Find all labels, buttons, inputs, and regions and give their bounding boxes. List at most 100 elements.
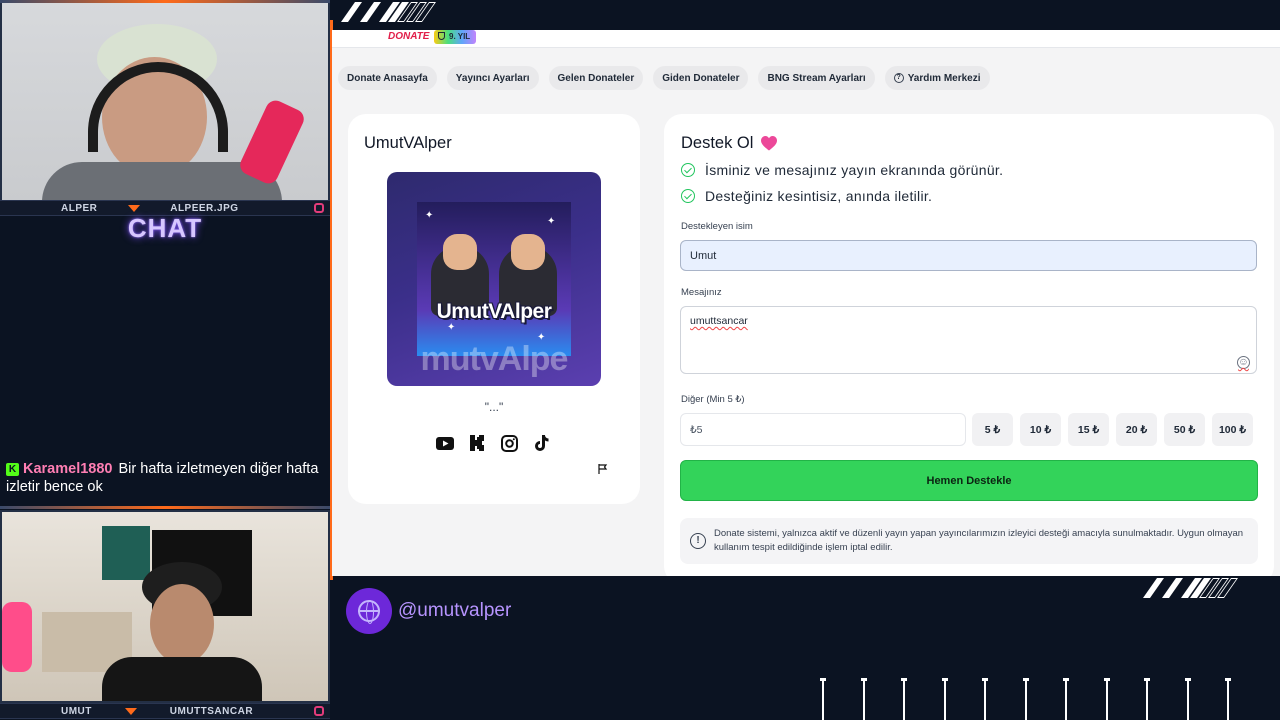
donate-page: DONATE 9. YIL Donate Anasayfa Yayıncı Ay… xyxy=(332,30,1280,576)
globe-icon xyxy=(346,588,392,634)
ring-light xyxy=(2,602,32,672)
sparkle-icon: ✦ xyxy=(547,216,556,227)
globe-glyph xyxy=(358,600,380,624)
decor-slashes-bottom xyxy=(1142,578,1239,598)
cam-bottom-bar: UMUT UMUTTSANCAR xyxy=(0,703,330,719)
avatar-watermark: mutvAlpe xyxy=(420,340,569,378)
instagram-icon[interactable] xyxy=(500,434,518,452)
supporter-name-value: Umut xyxy=(690,249,717,262)
preset-amount-button[interactable]: 5 ₺ xyxy=(972,413,1013,446)
chat-title: CHAT xyxy=(127,213,203,243)
streamer-avatar: ✦ ✦ ✦ ✦ UmutVAlper mutvAlpe xyxy=(387,172,601,386)
tick-mark xyxy=(1103,678,1110,720)
tick-mark xyxy=(1022,678,1029,720)
site-logo[interactable]: DONATE xyxy=(388,31,429,42)
slash-shape xyxy=(1142,578,1165,598)
tick-mark xyxy=(982,678,988,720)
report-flag-icon[interactable] xyxy=(598,464,608,474)
kick-icon[interactable] xyxy=(468,434,486,452)
cam-bottom-strip xyxy=(0,506,330,509)
tiktok-icon[interactable] xyxy=(532,434,550,452)
tick-mark xyxy=(1063,678,1069,720)
webcam-top xyxy=(0,0,330,200)
chat-username: Karamel1880 xyxy=(23,461,113,477)
slash-shape xyxy=(1161,578,1184,598)
preset-amount-button[interactable]: 20 ₺ xyxy=(1116,413,1157,446)
tab-help-center[interactable]: ? Yardım Merkezi xyxy=(884,66,990,90)
heart-icon xyxy=(761,136,778,151)
year-badge: 9. YIL xyxy=(434,30,477,44)
tick-mark xyxy=(1225,678,1231,720)
tab-help-center-label: Yardım Merkezi xyxy=(907,72,981,84)
tab-donate-home[interactable]: Donate Anasayfa xyxy=(338,66,437,90)
streamer-shirt xyxy=(102,657,262,701)
preset-amount-button[interactable]: 100 ₺ xyxy=(1212,413,1253,446)
preset-amount-button[interactable]: 15 ₺ xyxy=(1068,413,1109,446)
donation-title-text: Destek Ol xyxy=(681,134,754,152)
check-circle-icon xyxy=(681,189,695,203)
avatar-brand-text: UmutVAlper xyxy=(436,300,552,323)
sparkle-icon: ✦ xyxy=(425,210,434,221)
avatar-face-right xyxy=(511,234,545,270)
microphone xyxy=(236,97,308,187)
tick-mark xyxy=(860,678,867,720)
channel-handle: @umutvalper xyxy=(346,588,511,634)
check-circle-icon xyxy=(681,163,695,177)
supporter-name-input[interactable]: Umut xyxy=(680,240,1257,271)
benefit-item: Desteğiniz kesintisiz, anında iletilir. xyxy=(681,188,932,204)
streamer-face xyxy=(150,584,214,664)
donation-title: Destek Ol xyxy=(681,134,778,153)
donation-form-card: Destek Ol İsminiz ve mesajınız yayın ekr… xyxy=(664,114,1274,576)
submit-donation-button[interactable]: Hemen Destekle xyxy=(680,460,1258,501)
amount-value: ₺5 xyxy=(690,423,703,436)
info-icon: ! xyxy=(690,533,706,549)
social-links xyxy=(436,434,550,452)
instagram-icon xyxy=(313,203,324,213)
supporter-name-label: Destekleyen isim xyxy=(681,221,753,232)
streamer-profile-card: UmutVAlper ✦ ✦ ✦ ✦ UmutVAlper mutvAlpe "… xyxy=(348,114,640,504)
tick-mark xyxy=(1184,678,1191,720)
kick-icon: K xyxy=(6,463,19,476)
tab-bng-stream-settings[interactable]: BNG Stream Ayarları xyxy=(758,66,875,90)
channel-handle-text: @umutvalper xyxy=(398,600,512,621)
streamer-bio: "..." xyxy=(484,400,504,414)
emoji-icon[interactable]: ☺ xyxy=(1237,356,1250,369)
triangle-icon xyxy=(127,204,140,212)
tick-mark xyxy=(820,678,826,720)
preset-amount-button[interactable]: 50 ₺ xyxy=(1164,413,1205,446)
preset-amount-button[interactable]: 10 ₺ xyxy=(1020,413,1061,446)
cam-top-strip xyxy=(0,0,330,3)
site-header: DONATE 9. YIL xyxy=(332,30,1280,48)
instagram-icon xyxy=(313,706,324,716)
amount-presets: 5 ₺ 10 ₺ 15 ₺ 20 ₺ 50 ₺ 100 ₺ xyxy=(972,413,1253,446)
decor-slashes-top xyxy=(340,2,437,22)
tick-mark xyxy=(901,678,907,720)
cam-top-left-tag: ALPER xyxy=(61,202,98,214)
message-value: umuttsancar xyxy=(690,315,748,327)
wall-poster xyxy=(102,526,150,580)
message-textarea[interactable]: umuttsancar ☺ xyxy=(680,306,1257,374)
slash-shape xyxy=(340,2,363,22)
tab-outgoing-donations[interactable]: Giden Donateler xyxy=(653,66,749,90)
amount-input[interactable]: ₺5 xyxy=(680,413,966,446)
cam-bottom-right-tag: UMUTTSANCAR xyxy=(169,705,254,717)
benefit-text: İsminiz ve mesajınız yayın ekranında gör… xyxy=(705,162,1004,178)
benefit-item: İsminiz ve mesajınız yayın ekranında gör… xyxy=(681,162,1003,178)
avatar-face-left xyxy=(443,234,477,270)
usage-notice: ! Donate sistemi, yalnızca aktif ve düze… xyxy=(680,518,1258,564)
youtube-icon[interactable] xyxy=(436,434,454,452)
triangle-icon xyxy=(124,707,137,715)
year-badge-label: 9. YIL xyxy=(449,32,471,41)
webcam-bottom xyxy=(0,510,330,703)
message-label: Mesajınız xyxy=(681,287,722,298)
tab-incoming-donations[interactable]: Gelen Donateler xyxy=(548,66,644,90)
streamer-name: UmutVAlper xyxy=(364,134,452,152)
benefit-text: Desteğiniz kesintisiz, anında iletilir. xyxy=(705,188,933,204)
chat-message: K Karamel1880 Bir hafta izletmeyen diğer h… xyxy=(6,460,324,496)
stream-overlay: ALPER ALPEER.JPG CHAT K Karamel1880 Bir ha… xyxy=(0,0,1280,720)
cam-bottom-left-tag: UMUT xyxy=(61,705,92,717)
nav-tabs: Donate Anasayfa Yayıncı Ayarları Gelen D… xyxy=(338,66,990,90)
tick-mark xyxy=(941,678,948,720)
tab-streamer-settings[interactable]: Yayıncı Ayarları xyxy=(446,66,539,90)
tick-mark xyxy=(1144,678,1150,720)
